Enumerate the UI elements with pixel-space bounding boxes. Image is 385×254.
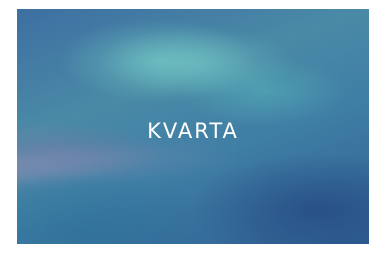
brand-logo: KVARTA [147, 119, 239, 143]
splash-screen: KVARTA [17, 9, 369, 244]
light-streak [17, 141, 238, 183]
aurora-glow [97, 27, 297, 97]
